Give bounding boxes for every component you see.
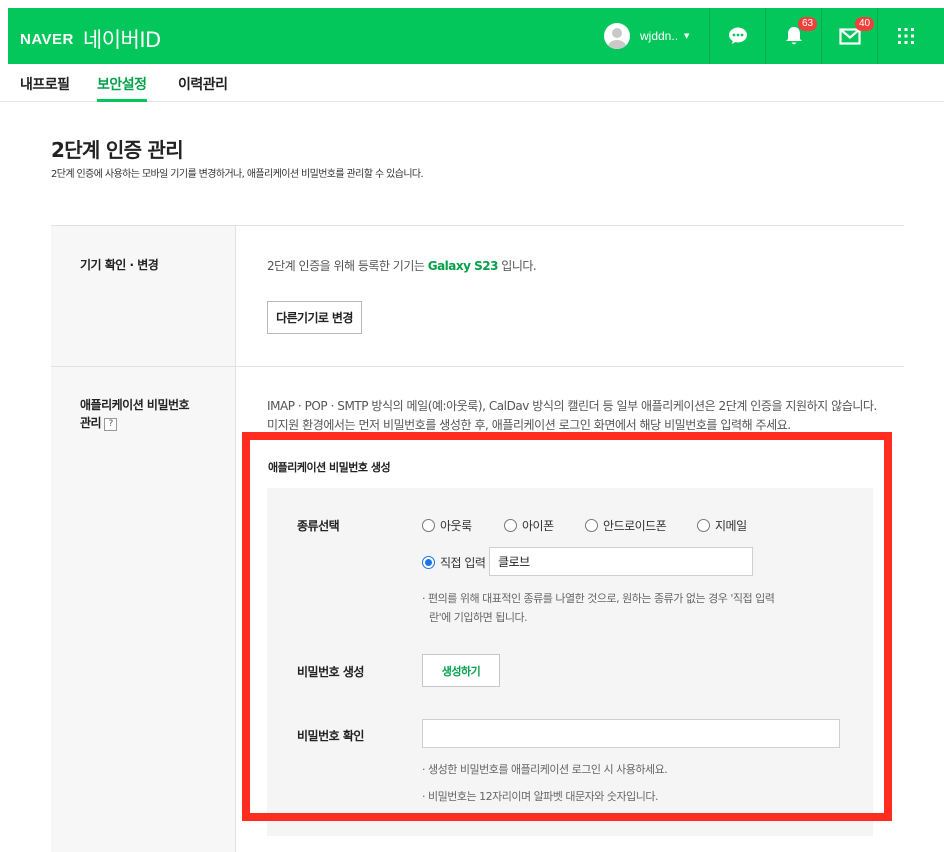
nav-tabs: 내프로필 보안설정 이력관리 (0, 64, 944, 102)
change-device-button[interactable]: 다른기기로 변경 (267, 301, 362, 334)
naver-id-title: 네이버ID (82, 28, 161, 52)
app-password-info-line1: IMAP · POP · SMTP 방식의 메일(예:아웃룩), CalDav … (267, 399, 877, 413)
active-tab-indicator (97, 99, 147, 102)
app-password-info-line2: 미지원 환경에서는 먼저 비밀번호를 생성한 후, 애플리케이션 로그인 화면에… (267, 418, 791, 432)
notification-badge: 63 (798, 17, 818, 31)
highlight-box (242, 432, 892, 821)
tab-profile[interactable]: 내프로필 (20, 74, 70, 94)
app-password-section-label: 애플리케이션 비밀번호 관리? (80, 396, 190, 432)
help-icon[interactable]: ? (104, 418, 118, 431)
tab-security[interactable]: 보안설정 (97, 74, 147, 94)
app-password-label-line2: 관리 (80, 416, 102, 430)
app-menu-button[interactable] (878, 8, 934, 64)
device-section-label: 기기 확인 · 변경 (80, 258, 159, 272)
mail-button[interactable]: 40 (822, 8, 878, 64)
talk-button[interactable] (710, 8, 766, 64)
top-header: NAVER 네이버ID wjddn.. ▼ 63 40 (8, 8, 944, 64)
talk-icon (729, 27, 747, 44)
device-info-prefix: 2단계 인증을 위해 등록한 기기는 (267, 259, 428, 273)
tab-history[interactable]: 이력관리 (178, 74, 228, 94)
user-menu[interactable]: wjddn.. ▼ (604, 22, 689, 50)
device-info-suffix: 입니다. (497, 259, 537, 273)
mail-badge: 40 (855, 17, 875, 31)
avatar (604, 23, 630, 49)
naver-logo: NAVER (20, 30, 74, 48)
table-top-border (51, 225, 904, 226)
device-info-text: 2단계 인증을 위해 등록한 기기는 Galaxy S23 입니다. (267, 257, 537, 274)
app-password-label-line1: 애플리케이션 비밀번호 (80, 398, 190, 412)
brand-logo[interactable]: NAVER 네이버ID (20, 24, 161, 54)
grid-menu-icon (898, 28, 914, 44)
label-column (51, 226, 236, 852)
row-divider (51, 366, 904, 367)
notification-button[interactable]: 63 (766, 8, 822, 64)
caret-down-icon: ▼ (684, 32, 690, 40)
page-description: 2단계 인증에 사용하는 모바일 기기를 변경하거나, 애플리케이션 비밀번호를… (51, 169, 424, 180)
device-name: Galaxy S23 (427, 259, 499, 273)
page-title: 2단계 인증 관리 (51, 138, 184, 162)
username: wjddn.. (640, 29, 679, 43)
